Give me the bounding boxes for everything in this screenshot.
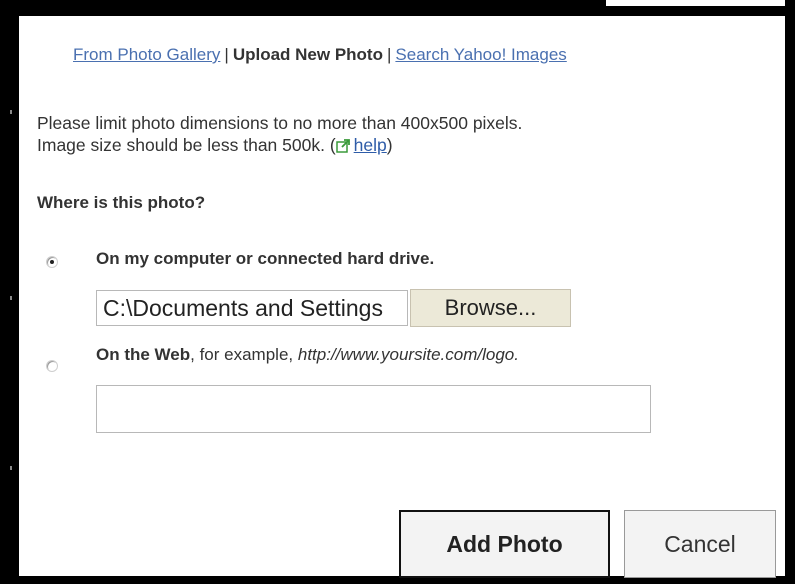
radio-on-the-web[interactable] [46,360,58,372]
size-limit-suffix: ) [386,135,393,155]
window-frame-left [0,0,19,584]
size-limit-text: Image size should be less than 500k. ( h… [37,134,522,156]
size-limit-prefix: Image size should be less than 500k. ( [37,135,336,155]
browse-button[interactable]: Browse... [410,289,571,327]
upload-photo-dialog: From Photo Gallery | Upload New Photo | Sear… [19,16,785,578]
tab-from-photo-gallery[interactable]: From Photo Gallery [73,45,220,64]
photo-source-tabs: From Photo Gallery | Upload New Photo | Sear… [73,45,567,65]
frame-mark [10,296,12,300]
option-label-web[interactable]: On the Web, for example, http://www.your… [96,345,519,365]
tab-upload-new-photo[interactable]: Upload New Photo [233,45,383,64]
option-label-web-mid: , for example, [190,345,298,364]
tab-separator: | [386,45,392,64]
help-link[interactable]: help [354,135,387,155]
dimension-limit-text: Please limit photo dimensions to no more… [37,113,523,133]
frame-mark [10,110,12,114]
window-frame-notch [606,0,795,6]
radio-on-my-computer[interactable] [46,256,58,268]
photo-limits-info: Please limit photo dimensions to no more… [37,112,522,156]
tab-search-yahoo-images[interactable]: Search Yahoo! Images [395,45,566,64]
add-photo-button[interactable]: Add Photo [399,510,610,578]
option-label-computer[interactable]: On my computer or connected hard drive. [96,249,434,269]
option-label-web-title: On the Web [96,345,191,364]
tab-separator: | [224,45,229,64]
photo-location-question: Where is this photo? [37,193,206,212]
window-frame-right [785,0,795,584]
file-path-input[interactable]: C:\Documents and Settings [96,290,408,326]
frame-mark [10,466,12,470]
web-url-input[interactable] [96,385,651,433]
external-link-icon [335,139,350,153]
option-label-web-example: http://www.yoursite.com/logo. [297,345,519,364]
cancel-button[interactable]: Cancel [624,510,776,578]
radio-selected-dot [50,260,54,264]
